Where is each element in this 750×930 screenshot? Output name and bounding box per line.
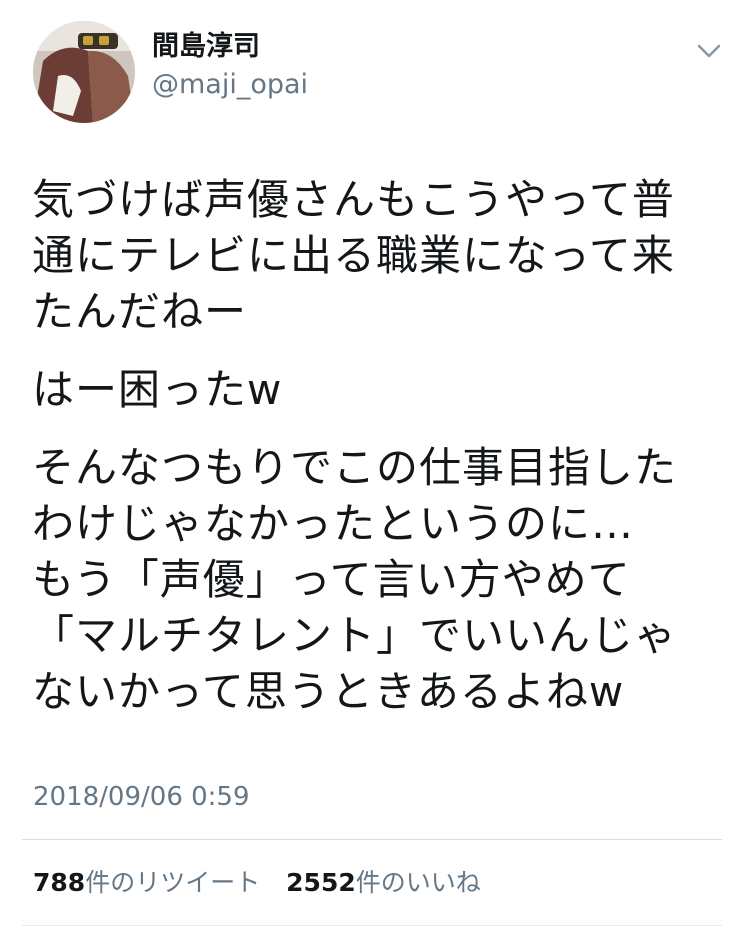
- tweet-paragraph: そんなつもりでこの仕事目指した わけじゃなかったというのに… もう「声優」って言…: [32, 443, 678, 716]
- tweet-paragraph: 気づけば声優さんもこうやって普 通にテレビに出る職業になって来 たんだねー: [32, 175, 675, 336]
- display-name[interactable]: 間島淳司: [152, 30, 260, 64]
- avatar[interactable]: [33, 21, 135, 123]
- retweet-count-value: 788: [33, 868, 86, 897]
- like-count[interactable]: 2552件のいいね: [286, 868, 499, 897]
- divider: [22, 925, 722, 926]
- tweet-timestamp[interactable]: 2018/09/06 0:59: [33, 780, 250, 814]
- retweet-count[interactable]: 788件のリツイート: [33, 868, 278, 897]
- tweet-paragraph: はー困ったw: [32, 365, 283, 414]
- chevron-down-icon[interactable]: [694, 38, 724, 64]
- tweet-stats: 788件のリツイート 2552件のいいね: [33, 866, 499, 900]
- user-handle[interactable]: @maji_opai: [152, 68, 308, 102]
- divider: [22, 839, 722, 840]
- retweet-count-label: 件のリツイート: [85, 868, 261, 897]
- like-count-label: 件のいいね: [355, 868, 481, 897]
- tweet-text: 気づけば声優さんもこうやって普 通にテレビに出る職業になって来 たんだねー はー…: [32, 172, 732, 742]
- like-count-value: 2552: [286, 868, 356, 897]
